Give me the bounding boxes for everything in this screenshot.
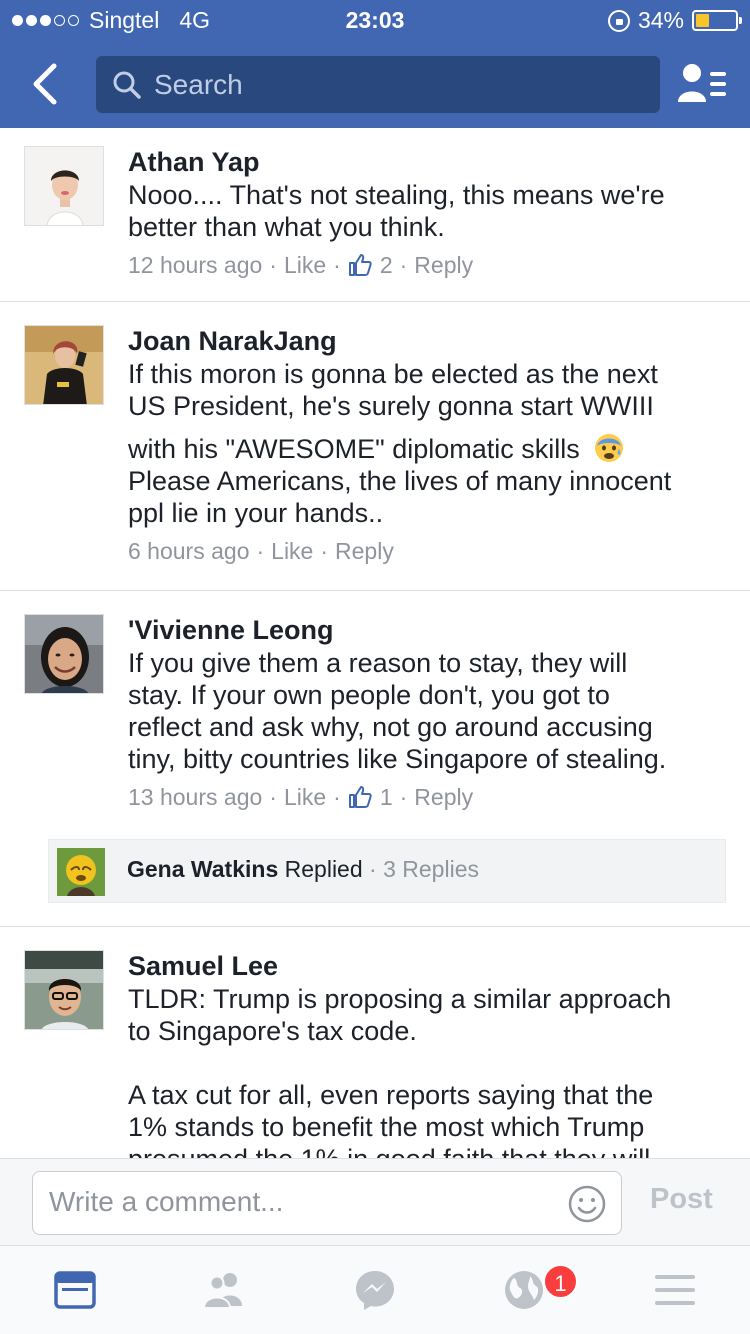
- news-feed-icon[interactable]: [53, 1268, 97, 1312]
- avatar[interactable]: [24, 146, 104, 226]
- search-placeholder: Search: [154, 69, 243, 100]
- anxious-face-icon: [595, 434, 624, 462]
- comment-line: tiny, bitty countries like Singapore of …: [128, 744, 667, 774]
- comment-line: ppl lie in your hands..: [128, 498, 384, 528]
- like-button[interactable]: Like: [284, 249, 326, 281]
- comment-text: TLDR: Trump is proposing a similar appro…: [128, 983, 728, 1158]
- top-bar: Singtel 4G 23:03 34% Search: [0, 0, 750, 128]
- rotation-lock-icon: [607, 9, 630, 32]
- friend-list-icon[interactable]: [676, 62, 728, 106]
- comment-line: reflect and ask why, not go around accus…: [128, 712, 653, 742]
- commenter-name[interactable]: 'Vivienne Leong: [128, 614, 728, 646]
- comment-text: If this moron is gonna be elected as the…: [128, 358, 728, 529]
- avatar[interactable]: [24, 614, 104, 694]
- avatar[interactable]: [24, 325, 104, 405]
- comment-line: 1% stands to benefit the most which Trum…: [128, 1112, 645, 1142]
- commenter-name[interactable]: Samuel Lee: [128, 950, 728, 982]
- comment-line: A tax cut for all, even reports saying t…: [128, 1080, 654, 1110]
- comment-text: If you give them a reason to stay, they …: [128, 647, 728, 775]
- comment-line: Please Americans, the lives of many inno…: [128, 466, 672, 496]
- comment-input[interactable]: Write a comment...: [32, 1171, 622, 1235]
- like-count[interactable]: 1: [380, 781, 393, 813]
- comment-line-with-emoji: with his "AWESOME" diplomatic skills: [128, 432, 728, 465]
- reply-author: Gena Watkins: [127, 856, 279, 882]
- reply-avatar: [57, 848, 105, 896]
- reply-count: 3 Replies: [383, 856, 479, 882]
- notifications-globe-icon[interactable]: [502, 1268, 546, 1312]
- sticker-smiley-icon[interactable]: [567, 1184, 607, 1224]
- comment-time[interactable]: 13 hours ago: [128, 781, 262, 813]
- friends-icon[interactable]: [202, 1268, 246, 1312]
- comment-line: Nooo.... That's not stealing, this means…: [128, 180, 665, 210]
- comment-line: to Singapore's tax code.: [128, 1016, 417, 1046]
- comment-time[interactable]: 6 hours ago: [128, 535, 249, 567]
- comment-line: presumed the 1% in good faith that they …: [128, 1143, 728, 1158]
- battery-percent: 34%: [637, 7, 684, 33]
- reply-action: Replied: [284, 856, 363, 882]
- like-button[interactable]: Like: [271, 535, 313, 567]
- search-input[interactable]: Search: [96, 56, 660, 113]
- comment-text: Nooo.... That's not stealing, this means…: [128, 179, 728, 243]
- reply-preview[interactable]: Gena Watkins Replied · 3 Replies: [48, 839, 726, 903]
- comment-list[interactable]: Athan Yap Nooo.... That's not stealing, …: [0, 128, 750, 1158]
- comment-line: with his "AWESOME" diplomatic skills: [128, 434, 580, 464]
- comment-line: If you give them a reason to stay, they …: [128, 648, 628, 678]
- comment-meta: 6 hours ago · Like · Reply: [128, 535, 728, 567]
- commenter-name[interactable]: Joan NarakJang: [128, 325, 728, 357]
- search-icon: [113, 71, 141, 99]
- divider: [0, 590, 750, 591]
- comment-blank-line: [128, 1047, 728, 1079]
- like-count-thumb-icon: [348, 786, 372, 808]
- battery-icon: [692, 10, 742, 31]
- comment-meta: 13 hours ago · Like · 1 · Reply: [128, 781, 728, 813]
- comment-line: stay. If your own people don't, you got …: [128, 680, 610, 710]
- post-button[interactable]: Post: [650, 1183, 713, 1216]
- comment-composer: Write a comment... Post: [0, 1158, 750, 1246]
- like-count[interactable]: 2: [380, 249, 393, 281]
- reply-summary: Gena Watkins Replied · 3 Replies: [127, 856, 479, 882]
- like-button[interactable]: Like: [284, 781, 326, 813]
- status-bar: Singtel 4G 23:03 34%: [0, 0, 750, 40]
- commenter-name[interactable]: Athan Yap: [128, 146, 728, 178]
- comment-line: If this moron is gonna be elected as the…: [128, 359, 658, 389]
- reply-button[interactable]: Reply: [335, 535, 394, 567]
- reply-button[interactable]: Reply: [414, 249, 473, 281]
- comment-time[interactable]: 12 hours ago: [128, 249, 262, 281]
- messenger-icon[interactable]: [353, 1268, 397, 1312]
- tab-bar: [0, 1246, 750, 1334]
- back-icon[interactable]: [26, 62, 66, 106]
- comment-line: US President, he's surely gonna start WW…: [128, 391, 654, 421]
- comment-line: TLDR: Trump is proposing a similar appro…: [128, 984, 672, 1014]
- avatar[interactable]: [24, 950, 104, 1030]
- comment-meta: 12 hours ago · Like · 2 · Reply: [128, 249, 728, 281]
- comment-line: better than what you think.: [128, 212, 445, 242]
- divider: [0, 926, 750, 927]
- reply-button[interactable]: Reply: [414, 781, 473, 813]
- comment-placeholder: Write a comment...: [49, 1186, 284, 1217]
- menu-icon[interactable]: [653, 1268, 697, 1312]
- notification-badge: 1: [543, 1264, 578, 1299]
- divider: [0, 301, 750, 302]
- like-count-thumb-icon: [348, 254, 372, 276]
